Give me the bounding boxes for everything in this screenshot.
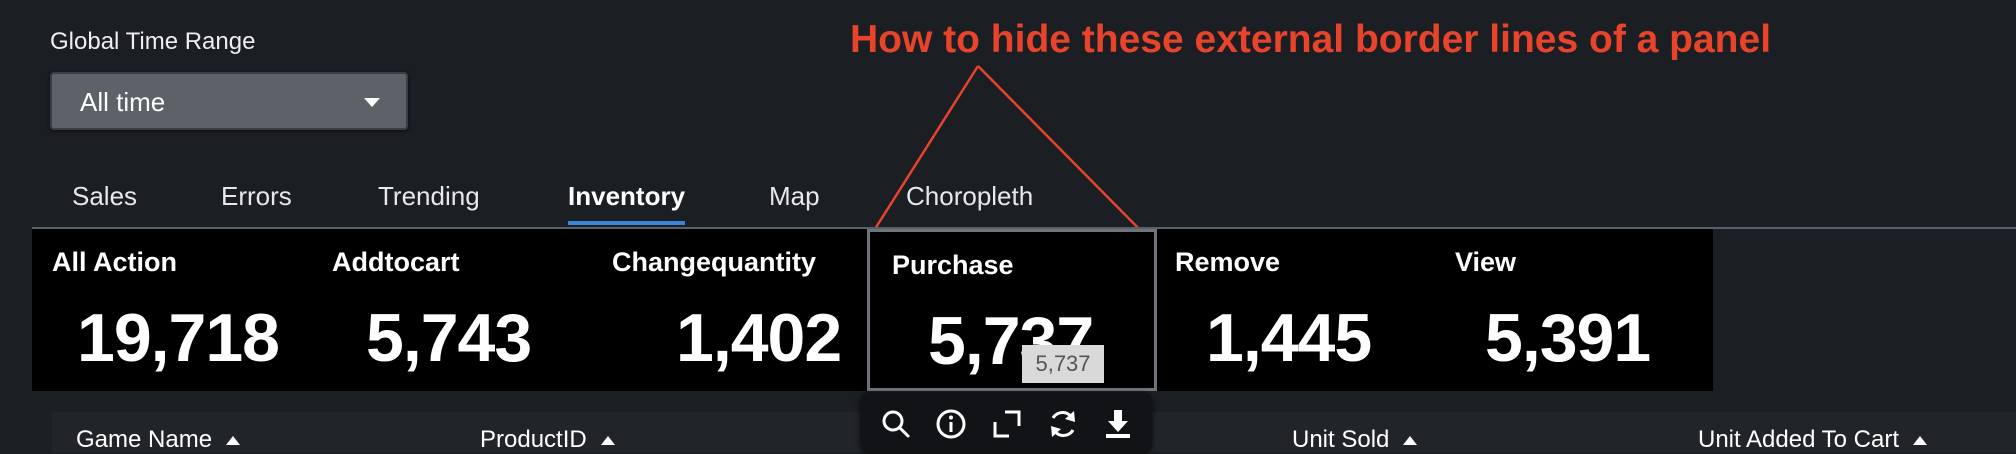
tab-inventory[interactable]: Inventory <box>568 181 686 225</box>
column-header-unit-added-to-cart[interactable]: Unit Added To Cart <box>1698 426 1928 454</box>
panel-value: 5,743 <box>366 300 532 376</box>
download-icon[interactable] <box>1100 406 1136 442</box>
sort-icon <box>226 436 241 446</box>
panel-title: Addtocart <box>332 247 460 277</box>
panel-value: 1,402 <box>676 300 842 376</box>
search-icon[interactable] <box>878 406 914 442</box>
panel-value: 1,445 <box>1206 300 1372 376</box>
refresh-icon[interactable] <box>1045 406 1081 442</box>
panel-all-action[interactable]: All Action 19,718 <box>32 229 312 391</box>
panel-title: View <box>1455 247 1517 277</box>
single-value-panels: All Action 19,718 Addtocart 5,743 Change… <box>32 229 1713 391</box>
panel-toolbar <box>860 392 1152 452</box>
sort-icon <box>1403 436 1418 446</box>
column-header-game-name[interactable]: Game Name <box>76 426 241 454</box>
column-header-productid[interactable]: ProductID <box>480 426 615 454</box>
column-header-unit-sold[interactable]: Unit Sold <box>1292 426 1418 454</box>
tab-map[interactable]: Map <box>769 181 820 225</box>
panel-title: All Action <box>52 247 177 277</box>
panel-value: 5,391 <box>1485 300 1651 376</box>
expand-icon[interactable] <box>989 406 1025 442</box>
panel-purchase[interactable]: Purchase 5,737 <box>867 229 1157 391</box>
sort-icon <box>600 436 615 446</box>
tab-choropleth[interactable]: Choropleth <box>906 181 1033 225</box>
tab-sales[interactable]: Sales <box>72 181 137 225</box>
dashboard-tabs: Sales Errors Trending Inventory Map Chor… <box>32 175 2016 229</box>
panel-view[interactable]: View 5,391 <box>1435 229 1713 391</box>
panel-title: Changequantity <box>612 247 817 277</box>
tab-trending[interactable]: Trending <box>378 181 480 225</box>
info-icon[interactable] <box>933 406 969 442</box>
sort-icon <box>1913 436 1928 446</box>
panel-title: Remove <box>1175 247 1281 277</box>
panel-addtocart[interactable]: Addtocart 5,743 <box>312 229 592 391</box>
panel-title: Purchase <box>892 250 1014 280</box>
panel-remove[interactable]: Remove 1,445 <box>1155 229 1435 391</box>
panel-value: 19,718 <box>77 300 280 376</box>
value-tooltip: 5,737 <box>1022 345 1104 383</box>
panel-changequantity[interactable]: Changequantity 1,402 <box>592 229 872 391</box>
tab-errors[interactable]: Errors <box>221 181 292 225</box>
